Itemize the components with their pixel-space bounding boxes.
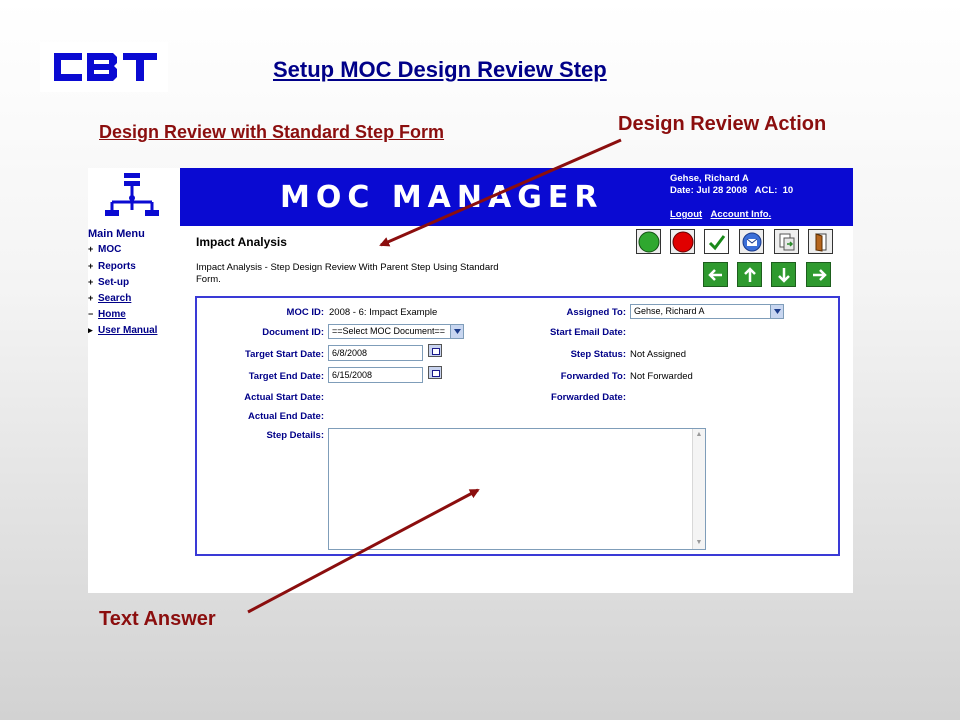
up-button[interactable] (737, 262, 762, 287)
exit-door-icon (815, 232, 826, 252)
checkmark-icon (708, 234, 725, 250)
triangle-right-icon: ▸ (88, 325, 93, 335)
collapse-icon: − (88, 309, 94, 319)
page-description: Impact Analysis - Step Design Review Wit… (196, 262, 499, 285)
copy-document-button[interactable] (774, 229, 799, 254)
complete-button[interactable] (704, 229, 729, 254)
user-name: Gehse, Richard A (670, 173, 749, 184)
callout-text-answer: Text Answer (99, 608, 216, 630)
arrow-left-icon (707, 268, 722, 281)
step-status-value: Not Assigned (630, 349, 686, 360)
app-banner: MOC MANAGER Gehse, Richard A Date: Jul 2… (180, 168, 853, 226)
menu-item-moc[interactable]: + MOC (88, 244, 121, 255)
moc-id-value: 2008 - 6: Impact Example (329, 307, 438, 318)
step-form: MOC ID: 2008 - 6: Impact Example Documen… (195, 296, 840, 556)
assigned-to-select[interactable]: Gehse, Richard A (630, 304, 784, 319)
menu-item-user-manual[interactable]: ▸ User Manual (88, 325, 157, 336)
calendar-icon[interactable] (428, 366, 442, 379)
moc-id-label: MOC ID: (286, 307, 324, 318)
menu-item-home[interactable]: − Home (88, 309, 126, 320)
org-chart-icon (105, 173, 159, 216)
expand-icon: + (88, 293, 94, 303)
cbt-logo-icon (54, 53, 157, 81)
cbt-logo (40, 42, 168, 92)
step-details-textarea[interactable]: ▲ ▼ (328, 428, 706, 550)
textarea-scrollbar[interactable]: ▲ ▼ (692, 429, 705, 549)
exit-button[interactable] (808, 229, 833, 254)
target-start-date-label: Target Start Date: (244, 349, 324, 360)
menu-item-search[interactable]: + Search (88, 293, 131, 304)
target-end-date-label: Target End Date: (248, 371, 324, 382)
assigned-to-label: Assigned To: (566, 307, 626, 318)
calendar-icon[interactable] (428, 344, 442, 357)
callout-design-review-action: Design Review Action (618, 113, 827, 135)
scroll-up-icon[interactable]: ▲ (694, 430, 704, 440)
user-links: Logout Account Info. (670, 209, 777, 220)
step-details-label: Step Details: (266, 430, 324, 441)
step-status-label: Step Status: (570, 349, 626, 360)
app-screenshot: MOC MANAGER Gehse, Richard A Date: Jul 2… (88, 168, 853, 593)
expand-icon: + (88, 277, 94, 287)
expand-icon: + (88, 261, 94, 271)
target-end-date-input[interactable]: 6/15/2008 (328, 367, 423, 383)
slide-title: Setup MOC Design Review Step (273, 57, 607, 82)
arrow-up-icon (743, 266, 756, 282)
chevron-down-icon (770, 305, 783, 318)
main-menu-title: Main Menu (88, 228, 145, 240)
forwarded-date-label: Forwarded Date: (551, 392, 626, 403)
arrow-right-icon (812, 268, 827, 281)
next-button[interactable] (806, 262, 831, 287)
actual-end-date-label: Actual End Date: (247, 411, 324, 422)
prev-button[interactable] (703, 262, 728, 287)
slide-subtitle: Design Review with Standard Step Form (99, 122, 445, 142)
target-start-date-input[interactable]: 6/8/2008 (328, 345, 423, 361)
account-info-link[interactable]: Account Info. (710, 209, 771, 220)
reject-button[interactable] (670, 229, 695, 254)
red-circle-icon (672, 231, 693, 252)
scroll-down-icon[interactable]: ▼ (694, 538, 704, 548)
menu-item-setup[interactable]: + Set-up (88, 277, 129, 288)
document-id-label: Document ID: (262, 327, 324, 338)
app-title: MOC MANAGER (280, 180, 604, 215)
email-icon (742, 232, 761, 251)
approve-button[interactable] (636, 229, 661, 254)
green-circle-icon (638, 231, 659, 252)
document-icon (779, 233, 794, 250)
email-button[interactable] (739, 229, 764, 254)
user-info: Gehse, Richard A Date: Jul 28 2008 ACL: … (670, 173, 793, 197)
menu-item-reports[interactable]: + Reports (88, 261, 136, 272)
document-id-select[interactable]: ==Select MOC Document== (328, 324, 464, 339)
page-title: Impact Analysis (196, 235, 287, 249)
chevron-down-icon (450, 325, 463, 338)
expand-icon: + (88, 244, 94, 254)
arrow-down-icon (777, 267, 790, 283)
actual-start-date-label: Actual Start Date: (244, 392, 324, 403)
logout-link[interactable]: Logout (670, 209, 702, 220)
user-date-acl: Date: Jul 28 2008 ACL: 10 (670, 185, 794, 196)
forwarded-to-value: Not Forwarded (630, 371, 693, 382)
down-button[interactable] (771, 262, 796, 287)
start-email-date-label: Start Email Date: (549, 327, 626, 338)
forwarded-to-label: Forwarded To: (560, 371, 626, 382)
